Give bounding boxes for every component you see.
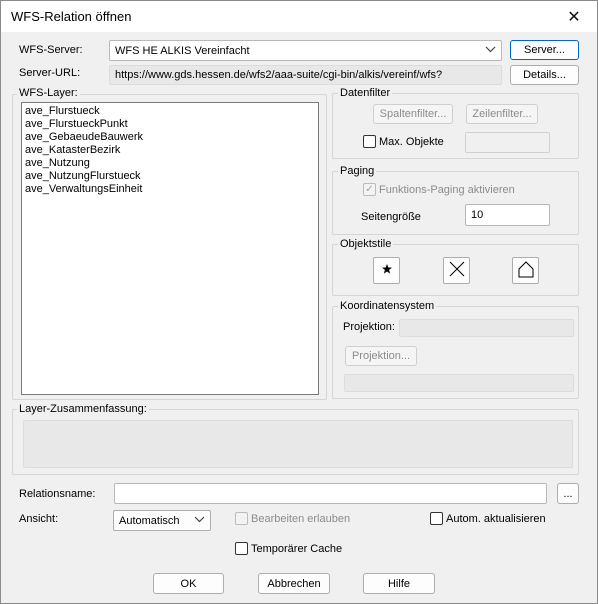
dialog-window: WFS-Relation öffnen ✕ WFS-Server: WFS HE…	[0, 0, 598, 604]
temp-cache-label: Temporärer Cache	[251, 542, 343, 555]
ansicht-value: Automatisch	[119, 514, 180, 527]
hilfe-button[interactable]: Hilfe	[363, 573, 435, 594]
max-objekte-input[interactable]	[465, 132, 550, 153]
max-objekte-checkbox[interactable]: Max. Objekte	[363, 135, 444, 148]
window-title: WFS-Relation öffnen	[11, 9, 132, 24]
point-style-button[interactable]	[373, 257, 400, 284]
zeilenfilter-button[interactable]: Zeilenfilter...	[466, 104, 538, 124]
max-objekte-label: Max. Objekte	[379, 135, 444, 148]
bearbeiten-label: Bearbeiten erlauben	[251, 512, 351, 525]
relationsname-input[interactable]	[114, 483, 547, 504]
datenfilter-title: Datenfilter	[338, 87, 393, 99]
wfs-server-select[interactable]: WFS HE ALKIS Vereinfacht	[109, 40, 502, 61]
projektion-label: Projektion:	[343, 321, 395, 333]
line-style-icon	[447, 259, 467, 282]
wfs-server-value: WFS HE ALKIS Vereinfacht	[115, 44, 250, 57]
projektion-button[interactable]: Projektion...	[345, 346, 417, 366]
close-icon: ✕	[567, 8, 581, 26]
title-bar: WFS-Relation öffnen ✕	[1, 1, 597, 32]
wfs-layer-label: WFS-Layer:	[17, 87, 80, 99]
ansicht-select[interactable]: Automatisch	[113, 510, 211, 531]
list-item[interactable]: ave_GebaeudeBauwerk	[22, 131, 318, 144]
seitengroesse-input[interactable]: 10	[465, 204, 550, 226]
temp-cache-checkbox[interactable]: Temporärer Cache	[235, 542, 342, 555]
chevron-down-icon	[485, 44, 496, 58]
list-item[interactable]: ave_KatasterBezirk	[22, 144, 318, 157]
projektion-detail-field	[344, 374, 574, 392]
autom-aktualisieren-checkbox[interactable]: Autom. aktualisieren	[430, 512, 546, 525]
checkbox-icon	[235, 512, 248, 525]
layer-list-items: ave_Flurstueck ave_FlurstueckPunkt ave_G…	[22, 103, 318, 196]
ansicht-label: Ansicht:	[19, 513, 59, 525]
funktions-paging-label: Funktions-Paging aktivieren	[379, 183, 515, 196]
list-item[interactable]: ave_Nutzung	[22, 157, 318, 170]
list-item[interactable]: ave_NutzungFlurstueck	[22, 170, 318, 183]
abbrechen-button[interactable]: Abbrechen	[258, 573, 330, 594]
chevron-down-icon	[194, 514, 205, 528]
wfs-server-label: WFS-Server:	[19, 44, 83, 56]
server-url-field: https://www.gds.hessen.de/wfs2/aaa-suite…	[109, 65, 502, 85]
polygon-style-icon	[516, 259, 536, 282]
server-url-value: https://www.gds.hessen.de/wfs2/aaa-suite…	[115, 69, 443, 81]
details-button[interactable]: Details...	[510, 65, 579, 85]
funktions-paging-checkbox[interactable]: ✓ Funktions-Paging aktivieren	[363, 183, 515, 196]
close-button[interactable]: ✕	[551, 1, 597, 32]
point-style-icon	[381, 263, 393, 278]
list-item[interactable]: ave_VerwaltungsEinheit	[22, 183, 318, 196]
seitengroesse-label: Seitengröße	[361, 211, 421, 223]
objektstile-title: Objektstile	[338, 238, 394, 250]
checkbox-icon	[235, 542, 248, 555]
spaltenfilter-button[interactable]: Spaltenfilter...	[373, 104, 453, 124]
checkbox-icon	[430, 512, 443, 525]
polygon-style-button[interactable]	[512, 257, 539, 284]
projektion-field	[399, 319, 574, 337]
list-item[interactable]: ave_Flurstueck	[22, 105, 318, 118]
browse-button[interactable]: ...	[557, 483, 579, 504]
line-style-button[interactable]	[443, 257, 470, 284]
list-item[interactable]: ave_FlurstueckPunkt	[22, 118, 318, 131]
relationsname-label: Relationsname:	[19, 488, 96, 500]
checkbox-icon	[363, 135, 376, 148]
autom-aktualisieren-label: Autom. aktualisieren	[446, 512, 546, 525]
zusammenfassung-label: Layer-Zusammenfassung:	[17, 403, 149, 415]
seitengroesse-value: 10	[471, 209, 484, 221]
bearbeiten-checkbox[interactable]: Bearbeiten erlauben	[235, 512, 350, 525]
server-button[interactable]: Server...	[510, 40, 579, 60]
checkmark-icon: ✓	[363, 183, 376, 196]
koordinatensystem-title: Koordinatensystem	[338, 300, 437, 312]
ok-button[interactable]: OK	[153, 573, 224, 594]
wfs-layer-list[interactable]: ave_Flurstueck ave_FlurstueckPunkt ave_G…	[21, 102, 319, 395]
paging-title: Paging	[338, 165, 377, 177]
zusammenfassung-textarea[interactable]	[23, 420, 573, 468]
server-url-label: Server-URL:	[19, 67, 81, 79]
